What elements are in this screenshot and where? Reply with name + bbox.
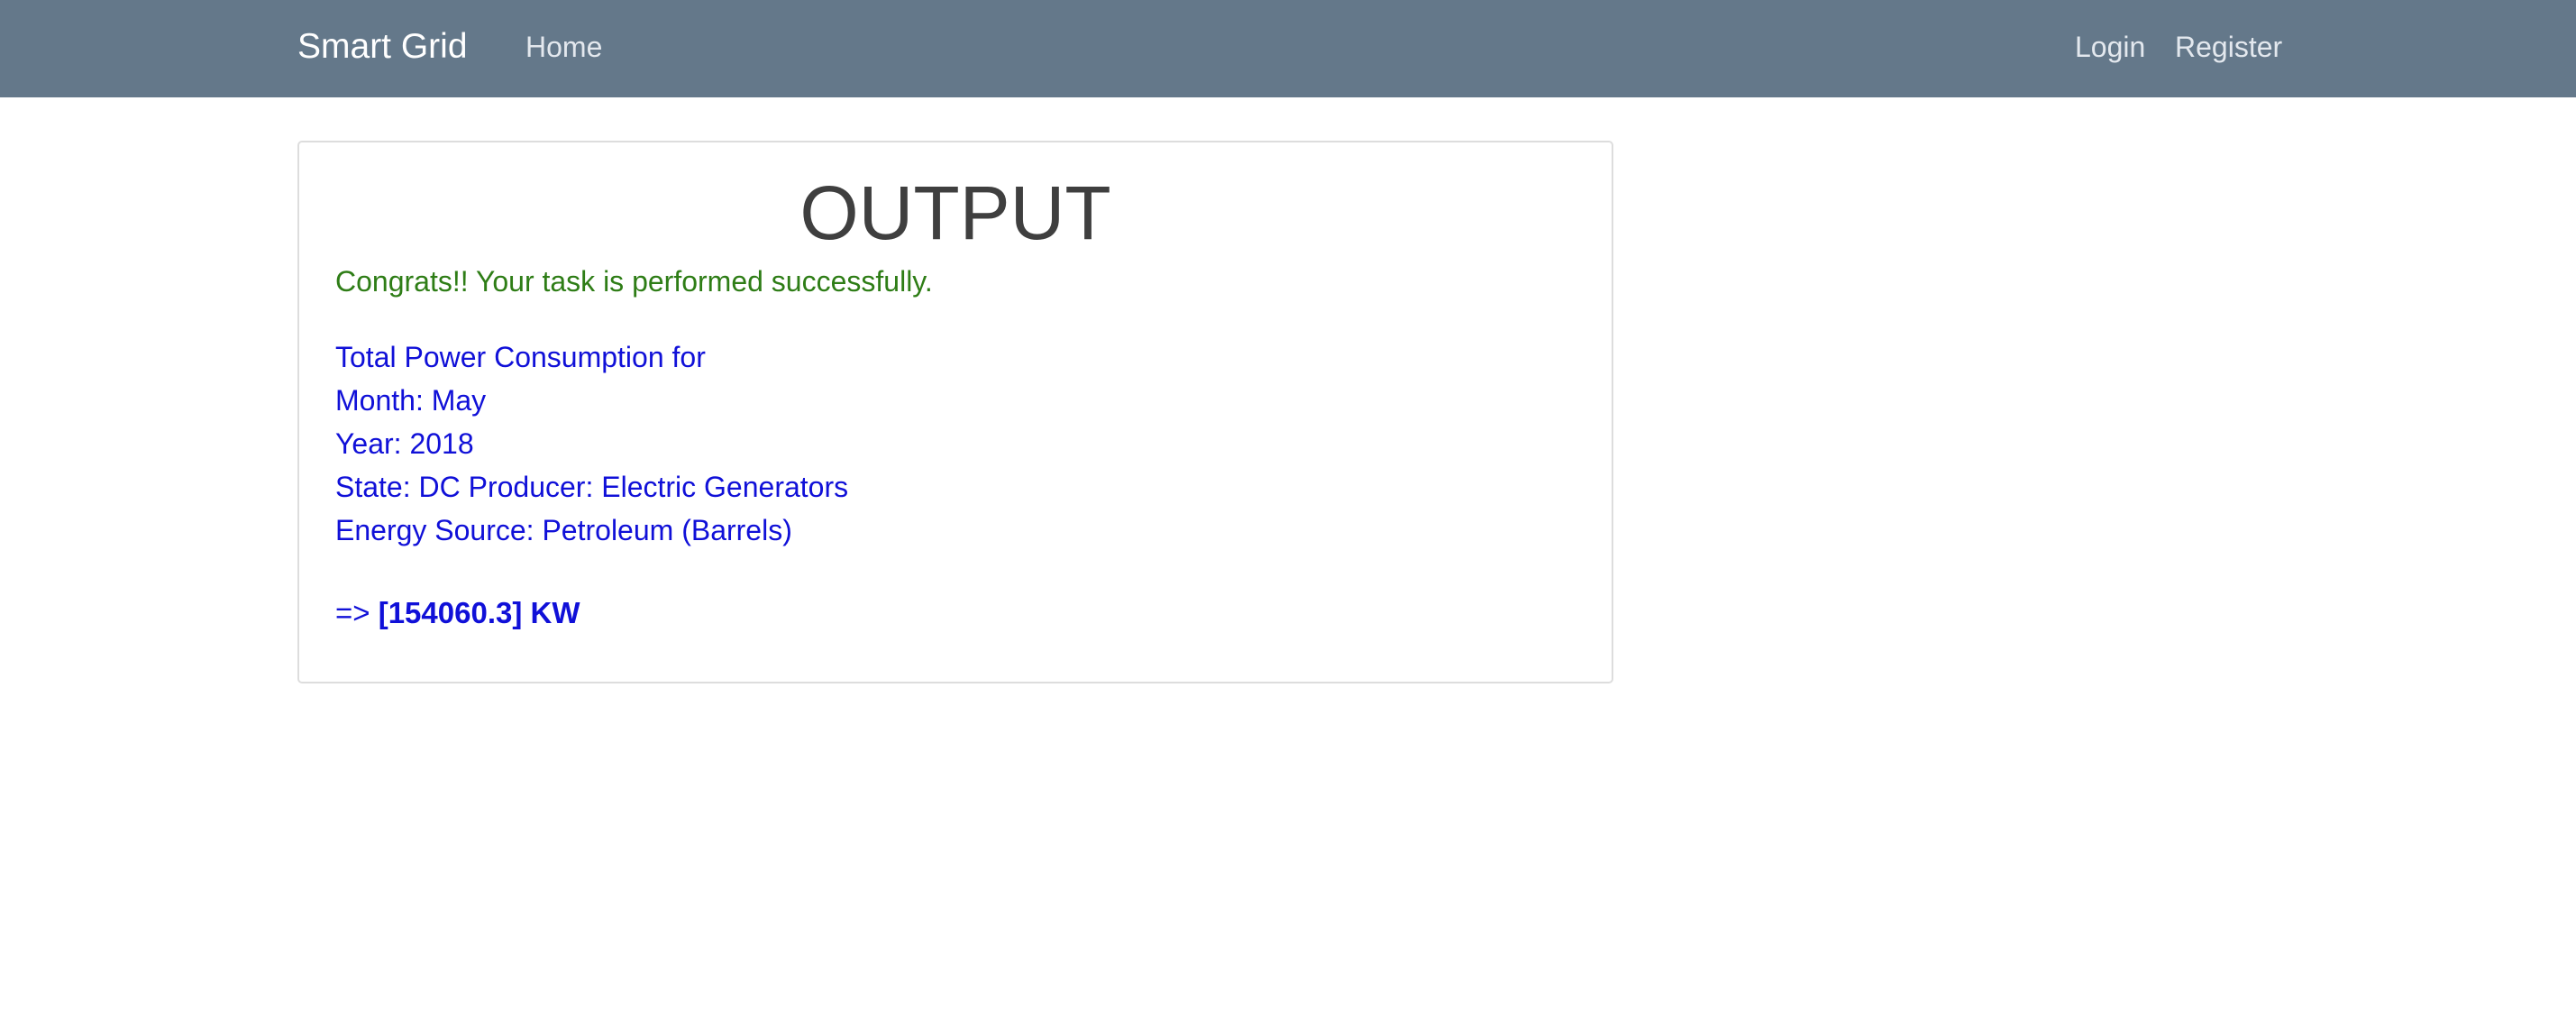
navbar: Smart Grid Home Login Register bbox=[0, 0, 2576, 97]
result-arrow: => bbox=[335, 596, 370, 629]
result-value: [154060.3] KW bbox=[378, 596, 580, 629]
result-value-line: => [154060.3] KW bbox=[335, 595, 580, 631]
detail-month: Month: May bbox=[335, 384, 487, 417]
detail-year: Year: 2018 bbox=[335, 427, 474, 460]
detail-energy-source: Energy Source: Petroleum (Barrels) bbox=[335, 514, 792, 546]
nav-home-link[interactable]: Home bbox=[525, 29, 602, 65]
nav-login-link[interactable]: Login bbox=[2075, 29, 2145, 65]
success-message: Congrats!! Your task is performed succes… bbox=[335, 265, 933, 298]
result-details: Total Power Consumption for Month: May Y… bbox=[335, 335, 848, 552]
nav-register-link[interactable]: Register bbox=[2175, 29, 2282, 65]
detail-state-producer: State: DC Producer: Electric Generators bbox=[335, 471, 849, 503]
output-title: OUTPUT bbox=[799, 170, 1111, 255]
detail-heading: Total Power Consumption for bbox=[335, 341, 706, 373]
brand-link[interactable]: Smart Grid bbox=[297, 25, 468, 69]
output-card: OUTPUT Congrats!! Your task is performed… bbox=[297, 141, 1613, 683]
